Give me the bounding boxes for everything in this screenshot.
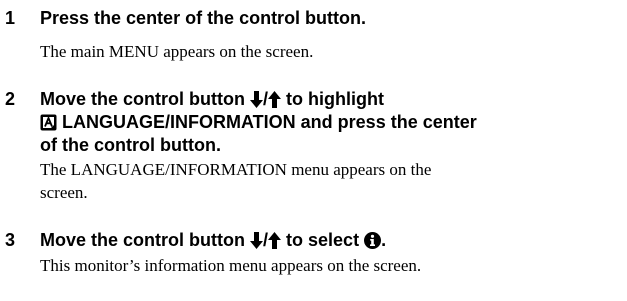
step-2-instruction: Move the control button / to highlight L… bbox=[40, 88, 625, 157]
down-arrow-icon bbox=[250, 232, 263, 249]
step-2-result-line-2: screen. bbox=[40, 183, 88, 202]
step-1-result: The main MENU appears on the screen. bbox=[40, 42, 314, 61]
step-2-instruction-text-c: LANGUAGE/INFORMATION and press the cente… bbox=[62, 112, 477, 132]
information-icon bbox=[364, 232, 382, 249]
step-2-instruction-line-2: LANGUAGE/INFORMATION and press the cente… bbox=[40, 111, 625, 134]
language-information-menu-icon bbox=[40, 114, 57, 131]
up-arrow-icon bbox=[268, 232, 282, 249]
up-arrow-icon bbox=[268, 91, 282, 108]
step-1-number: 1 bbox=[5, 8, 16, 28]
step-3-instruction-text-b: to select bbox=[286, 230, 360, 250]
step-3-number: 3 bbox=[5, 230, 16, 250]
step-2-instruction-line-3: of the control button. bbox=[40, 135, 221, 155]
step-2-number: 2 bbox=[5, 89, 16, 109]
step-2-result-line-1: The LANGUAGE/INFORMATION menu appears on… bbox=[40, 160, 432, 179]
step-2-result: The LANGUAGE/INFORMATION menu appears on… bbox=[40, 158, 625, 204]
step-2-instruction-line-1: Move the control button / to highlight bbox=[40, 88, 625, 111]
step-1-instruction: Press the center of the control button. bbox=[40, 8, 367, 28]
step-3-instruction-period: . bbox=[381, 230, 387, 250]
step-3-instruction: Move the control button / to select . bbox=[40, 229, 625, 252]
step-3-instruction-text-a: Move the control button bbox=[40, 230, 245, 250]
step-2-instruction-text-a: Move the control button bbox=[40, 89, 245, 109]
down-arrow-icon bbox=[250, 91, 263, 108]
step-3-result: This monitor’s information menu appears … bbox=[40, 256, 422, 275]
step-2-instruction-text-b: to highlight bbox=[286, 89, 384, 109]
